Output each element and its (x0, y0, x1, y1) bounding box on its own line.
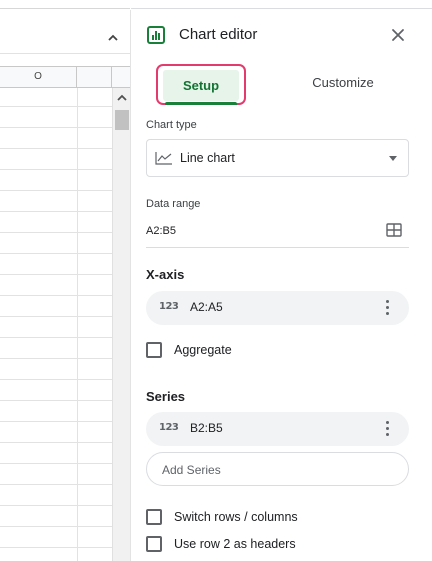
tab-setup-label: Setup (182, 78, 220, 93)
add-series-placeholder: Add Series (162, 463, 221, 477)
x-axis-range-chip[interactable]: 123 A2:A5 (146, 291, 409, 325)
number-type-icon: 123 (159, 422, 179, 433)
grid-line (0, 169, 112, 170)
chart-type-dropdown[interactable]: Line chart (146, 139, 409, 177)
switch-rows-columns-label: Switch rows / columns (174, 510, 298, 524)
data-range-label: Data range (146, 198, 201, 210)
chart-editor-panel: Chart editor Setup Customize Chart type … (131, 0, 432, 561)
grid-line (0, 148, 112, 149)
column-header-next[interactable] (77, 67, 112, 87)
grid-line (0, 421, 112, 422)
grid-line (0, 106, 112, 107)
grid-line (0, 253, 112, 254)
sheet-toolbar-strip (0, 8, 130, 54)
grid-line (0, 400, 112, 401)
chevron-down-icon (389, 156, 397, 161)
switch-rows-columns-checkbox[interactable] (146, 509, 162, 525)
chart-type-label: Chart type (146, 119, 197, 131)
close-icon[interactable] (389, 26, 407, 44)
grid-line (0, 295, 112, 296)
tab-setup-highlight: Setup (163, 70, 239, 105)
collapse-caret-icon[interactable] (106, 31, 120, 45)
grid-line (0, 211, 112, 212)
data-range-value: A2:B5 (146, 225, 176, 237)
sheet-grid[interactable] (0, 88, 112, 561)
aggregate-label: Aggregate (174, 343, 232, 357)
column-header-row: O (0, 66, 130, 88)
grid-line (0, 190, 112, 191)
scrollbar-thumb[interactable] (115, 110, 129, 130)
x-axis-heading: X-axis (146, 267, 185, 282)
grid-line (0, 316, 112, 317)
grid-line (0, 127, 112, 128)
use-row-headers-checkbox[interactable] (146, 536, 162, 552)
more-vert-icon[interactable] (384, 299, 392, 317)
bar-chart-icon (147, 26, 165, 44)
grid-line (0, 505, 112, 506)
vertical-scrollbar[interactable] (112, 88, 130, 561)
use-row-headers-label: Use row 2 as headers (174, 537, 296, 551)
scroll-up-arrow-icon[interactable] (115, 92, 129, 104)
aggregate-checkbox[interactable] (146, 342, 162, 358)
line-chart-icon (155, 152, 172, 165)
grid-line (0, 232, 112, 233)
grid-line (0, 484, 112, 485)
more-vert-icon[interactable] (384, 420, 392, 438)
tab-customize[interactable]: Customize (291, 72, 395, 94)
grid-line (0, 526, 112, 527)
grid-line (0, 547, 112, 548)
active-tab-indicator (165, 102, 237, 105)
grid-line (0, 358, 112, 359)
series-heading: Series (146, 389, 186, 404)
number-type-icon: 123 (159, 301, 179, 312)
grid-line (77, 88, 78, 561)
chart-type-value: Line chart (180, 151, 235, 165)
grid-line (0, 463, 112, 464)
grid-line (0, 442, 112, 443)
grid-select-icon[interactable] (386, 223, 402, 237)
grid-line (0, 379, 112, 380)
panel-title: Chart editor (179, 26, 258, 43)
x-axis-range-value: A2:A5 (190, 300, 223, 314)
data-range-field[interactable]: A2:B5 (146, 220, 409, 248)
spreadsheet-area: O (0, 0, 130, 561)
series-range-chip[interactable]: 123 B2:B5 (146, 412, 409, 446)
series-range-value: B2:B5 (190, 421, 223, 435)
grid-line (0, 274, 112, 275)
grid-line (0, 337, 112, 338)
panel-top-border (131, 8, 432, 9)
tab-setup[interactable]: Setup (156, 64, 246, 105)
add-series-input[interactable]: Add Series (146, 452, 409, 486)
column-header-o[interactable]: O (0, 67, 77, 87)
